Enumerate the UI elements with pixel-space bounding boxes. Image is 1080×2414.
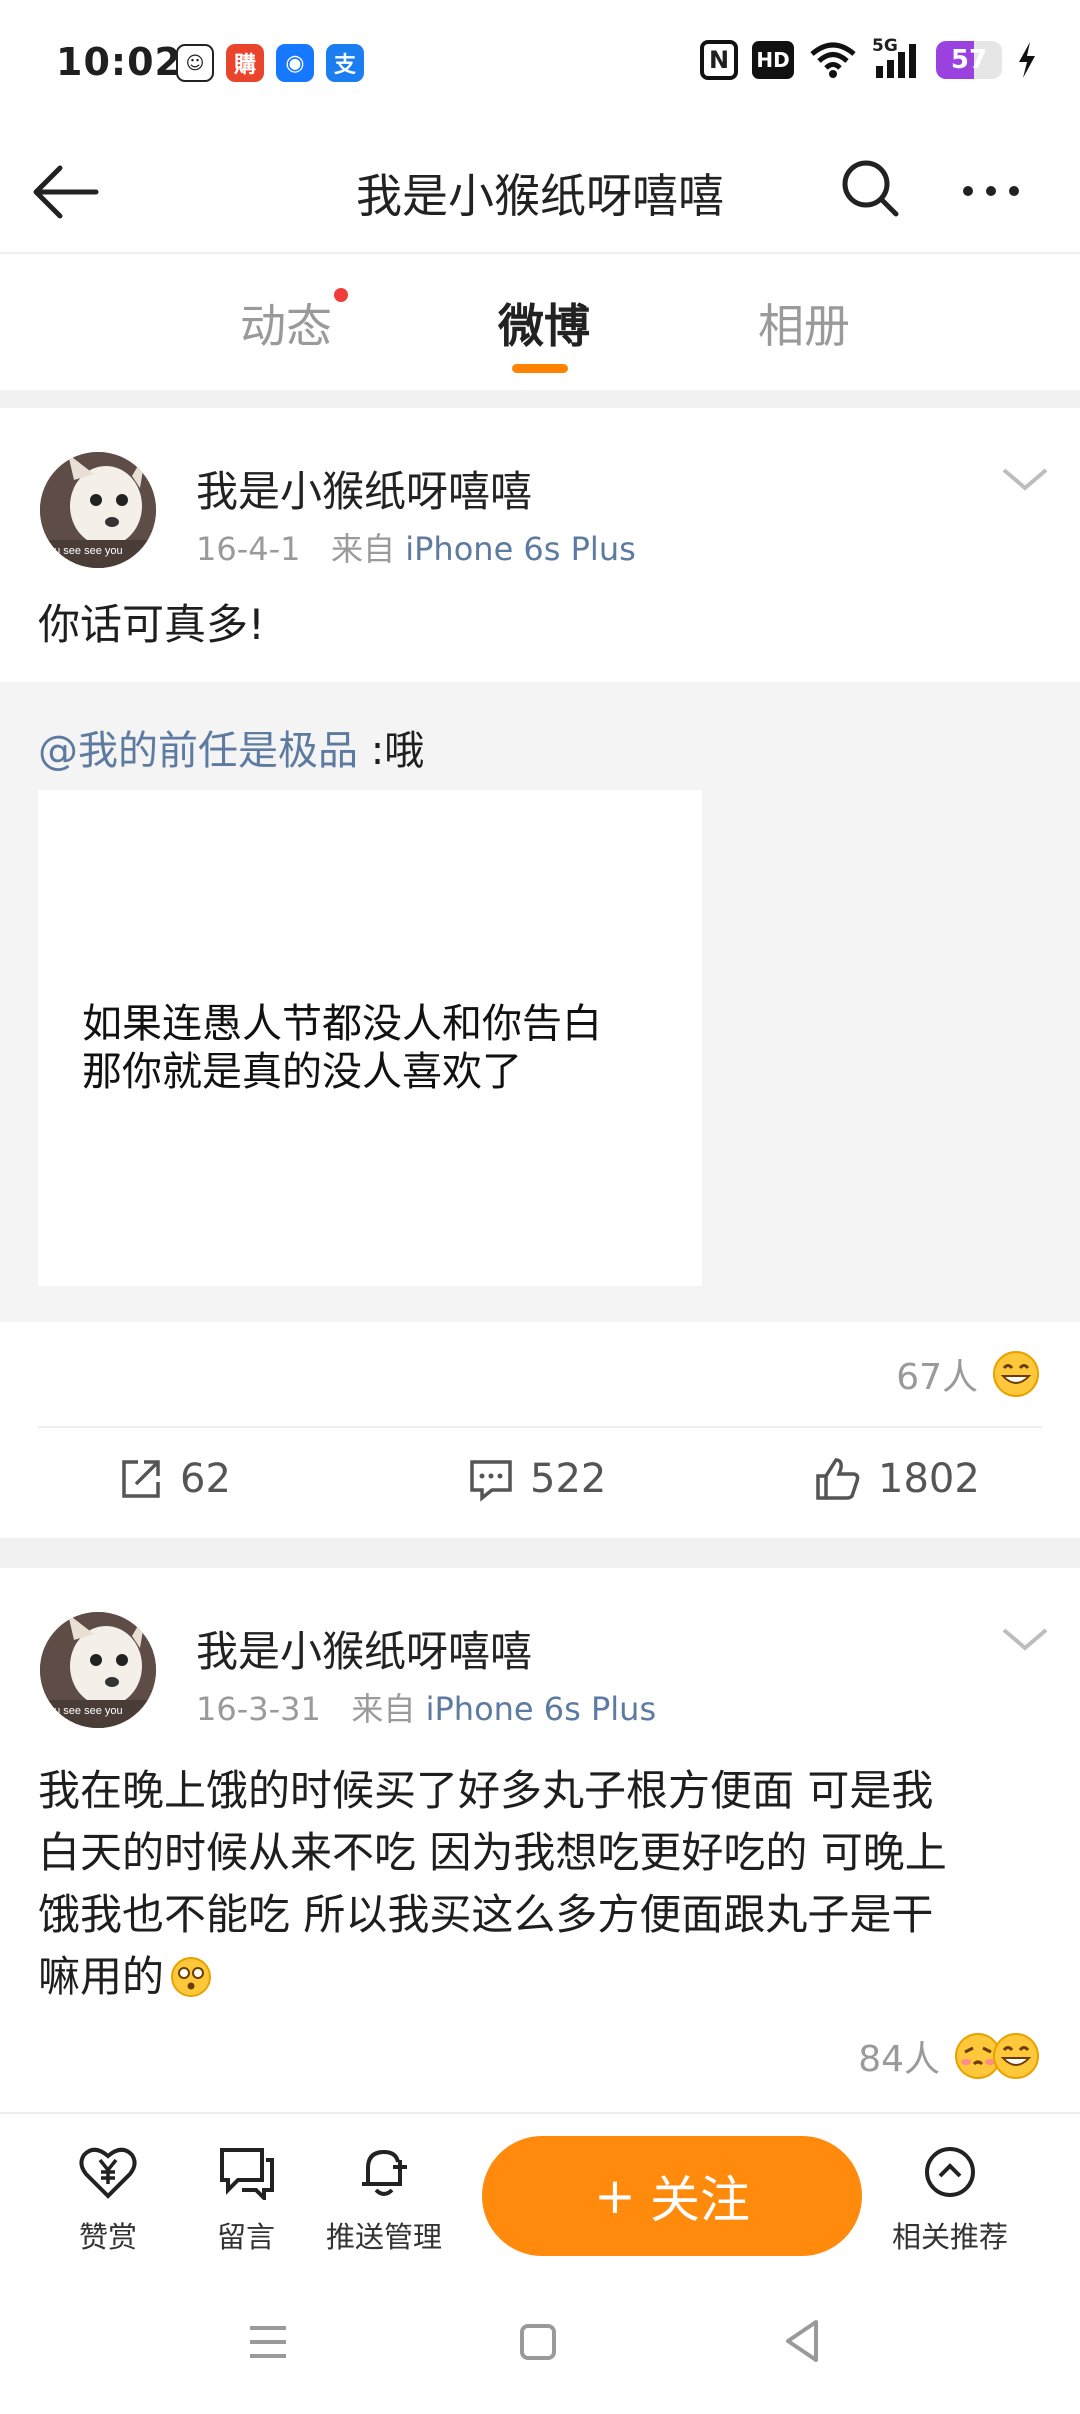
message-icon (220, 2148, 274, 2203)
share-count: 62 (180, 1456, 231, 1502)
image-caption-line-2: 那你就是真的没人喜欢了 (82, 1049, 522, 1095)
like-count: 1802 (878, 1456, 980, 1502)
alipay-icon: ◉ (276, 44, 314, 82)
comment-button[interactable]: 522 (468, 1456, 606, 1502)
post-from-label: 来自 (331, 530, 396, 568)
more-options-icon[interactable] (958, 158, 1024, 224)
reward-label: 赞赏 (78, 2220, 137, 2254)
battery-indicator: 57 (936, 41, 1002, 79)
share-icon (122, 1460, 160, 1498)
post-source[interactable]: iPhone 6s Plus (405, 530, 636, 568)
tab-active-indicator (512, 364, 568, 373)
post-text-line: 白天的时候从来不吃 因为我想吃更好吃的 可晚上 (38, 1828, 947, 1877)
fund-app-icon: 支 (326, 44, 364, 82)
repost-mention[interactable]: @我的前任是极品 (38, 728, 358, 774)
section-divider (0, 390, 1080, 408)
profile-bottom-bar: 赞赏 留言 推送管理 + 关注 相关推荐 (0, 2112, 1080, 2288)
menu-icon[interactable] (246, 2320, 290, 2364)
notification-icons: ☺ 購 ◉ 支 (176, 44, 364, 82)
repost-text: @我的前任是极品 :哦 (38, 718, 424, 776)
post-date: 16-3-31 (196, 1690, 321, 1728)
status-time: 10:02 (56, 40, 182, 84)
tab-activity-notification-dot (334, 288, 348, 302)
message-label: 留言 (216, 2220, 275, 2254)
reaction-summary[interactable]: 84人 (858, 2030, 1040, 2082)
battery-level: 57 (950, 45, 988, 75)
post-source[interactable]: iPhone 6s Plus (426, 1690, 657, 1728)
tab-activity[interactable]: 动态 (240, 290, 332, 356)
follow-button[interactable]: + 关注 (482, 2136, 862, 2256)
post-text-line: 嘛用的 (38, 1952, 165, 2001)
hd-icon: HD (752, 41, 794, 79)
post-meta: 16-3-31 来自 iPhone 6s Plus (196, 1684, 656, 1730)
post-card[interactable]: ou see see you 我是小猴纸呀嘻嘻 16-3-31 来自 iPhon… (0, 1568, 1080, 2112)
grin-emoji-icon (993, 2033, 1039, 2079)
home-icon[interactable] (516, 2320, 560, 2364)
post-author[interactable]: 我是小猴纸呀嘻嘻 (196, 1618, 532, 1679)
comment-count: 522 (530, 1456, 607, 1502)
profile-header: 我是小猴纸呀嘻嘻 (0, 130, 1080, 254)
post-text: 你话可真多! (38, 600, 265, 649)
post-text-line: 饿我也不能吃 所以我买这么多方便面跟丸子是干 (38, 1890, 934, 1939)
page-title: 我是小猴纸呀嘻嘻 (356, 169, 724, 223)
signal-icon: 5G (872, 36, 922, 80)
nfc-icon: N (700, 40, 738, 80)
chevron-down-icon[interactable] (1000, 464, 1050, 494)
post-text: 我在晚上饿的时候买了好多丸子根方便面 可是我 白天的时候从来不吃 因为我想吃更好… (38, 1760, 1044, 2008)
avatar[interactable]: ou see see you (40, 1612, 156, 1728)
push-settings-button[interactable]: 推送管理 (314, 2144, 454, 2256)
chihuahua-avatar-image: ou see see you (40, 1612, 156, 1728)
tab-weibo[interactable]: 微博 (498, 290, 590, 356)
reaction-count: 67人 (896, 1357, 978, 1398)
post-action-bar: 62 522 1802 (38, 1426, 1042, 1532)
image-caption: 如果连愚人节都没人和你告白 那你就是真的没人喜欢了 (82, 1000, 602, 1096)
chevron-down-icon[interactable] (1000, 1624, 1050, 1654)
wellness-app-icon: ☺ (176, 44, 214, 82)
section-divider (0, 1538, 1080, 1568)
message-button[interactable]: 留言 (176, 2144, 316, 2256)
dizzy-emoji-icon (171, 1957, 212, 1997)
shopping-app-icon: 購 (226, 44, 264, 82)
reward-button[interactable]: 赞赏 (38, 2144, 178, 2256)
bell-add-icon (362, 2149, 407, 2196)
post-card[interactable]: ou see see you 我是小猴纸呀嘻嘻 16-4-1 来自 iPhone… (0, 408, 1080, 1538)
post-from-label: 来自 (351, 1690, 416, 1728)
plus-icon: + (594, 2167, 636, 2225)
profile-tabs: 动态 微博 相册 (0, 256, 1080, 390)
post-text-line: 我在晚上饿的时候买了好多丸子根方便面 可是我 (38, 1766, 934, 1815)
related-recommend-label: 相关推荐 (891, 2220, 1008, 2254)
repost-body: :哦 (358, 728, 425, 774)
search-icon[interactable] (838, 156, 904, 222)
like-button[interactable]: 1802 (814, 1456, 980, 1502)
share-button[interactable]: 62 (118, 1456, 231, 1502)
svg-text:ou see see you: ou see see you (48, 545, 123, 557)
grin-emoji-icon (993, 1351, 1039, 1397)
chevron-up-circle-icon (925, 2147, 975, 2197)
image-caption-line-1: 如果连愚人节都没人和你告白 (82, 1001, 602, 1047)
back-triangle-icon[interactable] (780, 2316, 824, 2366)
wifi-icon (810, 42, 856, 78)
system-nav-bar (0, 2288, 1080, 2414)
avatar[interactable]: ou see see you (40, 452, 156, 568)
follow-label: 关注 (649, 2171, 750, 2229)
chihuahua-avatar-image: ou see see you (40, 452, 156, 568)
thumbs-up-icon (816, 1458, 860, 1500)
reaction-count: 84人 (858, 2039, 940, 2080)
status-bar: 10:02 ☺ 購 ◉ 支 N HD 5G 57 (0, 0, 1080, 130)
push-settings-label: 推送管理 (325, 2220, 442, 2254)
tab-album[interactable]: 相册 (758, 290, 850, 356)
svg-text:ou see see you: ou see see you (48, 1705, 123, 1717)
post-meta: 16-4-1 来自 iPhone 6s Plus (196, 524, 636, 570)
comment-icon (470, 1460, 512, 1502)
related-recommend-button[interactable]: 相关推荐 (880, 2144, 1020, 2256)
repost-block[interactable]: @我的前任是极品 :哦 如果连愚人节都没人和你告白 那你就是真的没人喜欢了 (0, 682, 1080, 1322)
reaction-summary[interactable]: 67人 (896, 1348, 1040, 1400)
post-date: 16-4-1 (196, 530, 301, 568)
post-author[interactable]: 我是小猴纸呀嘻嘻 (196, 458, 532, 519)
repost-image[interactable]: 如果连愚人节都没人和你告白 那你就是真的没人喜欢了 (38, 790, 702, 1286)
charging-icon (1019, 42, 1035, 78)
heart-yen-icon (79, 2147, 137, 2199)
